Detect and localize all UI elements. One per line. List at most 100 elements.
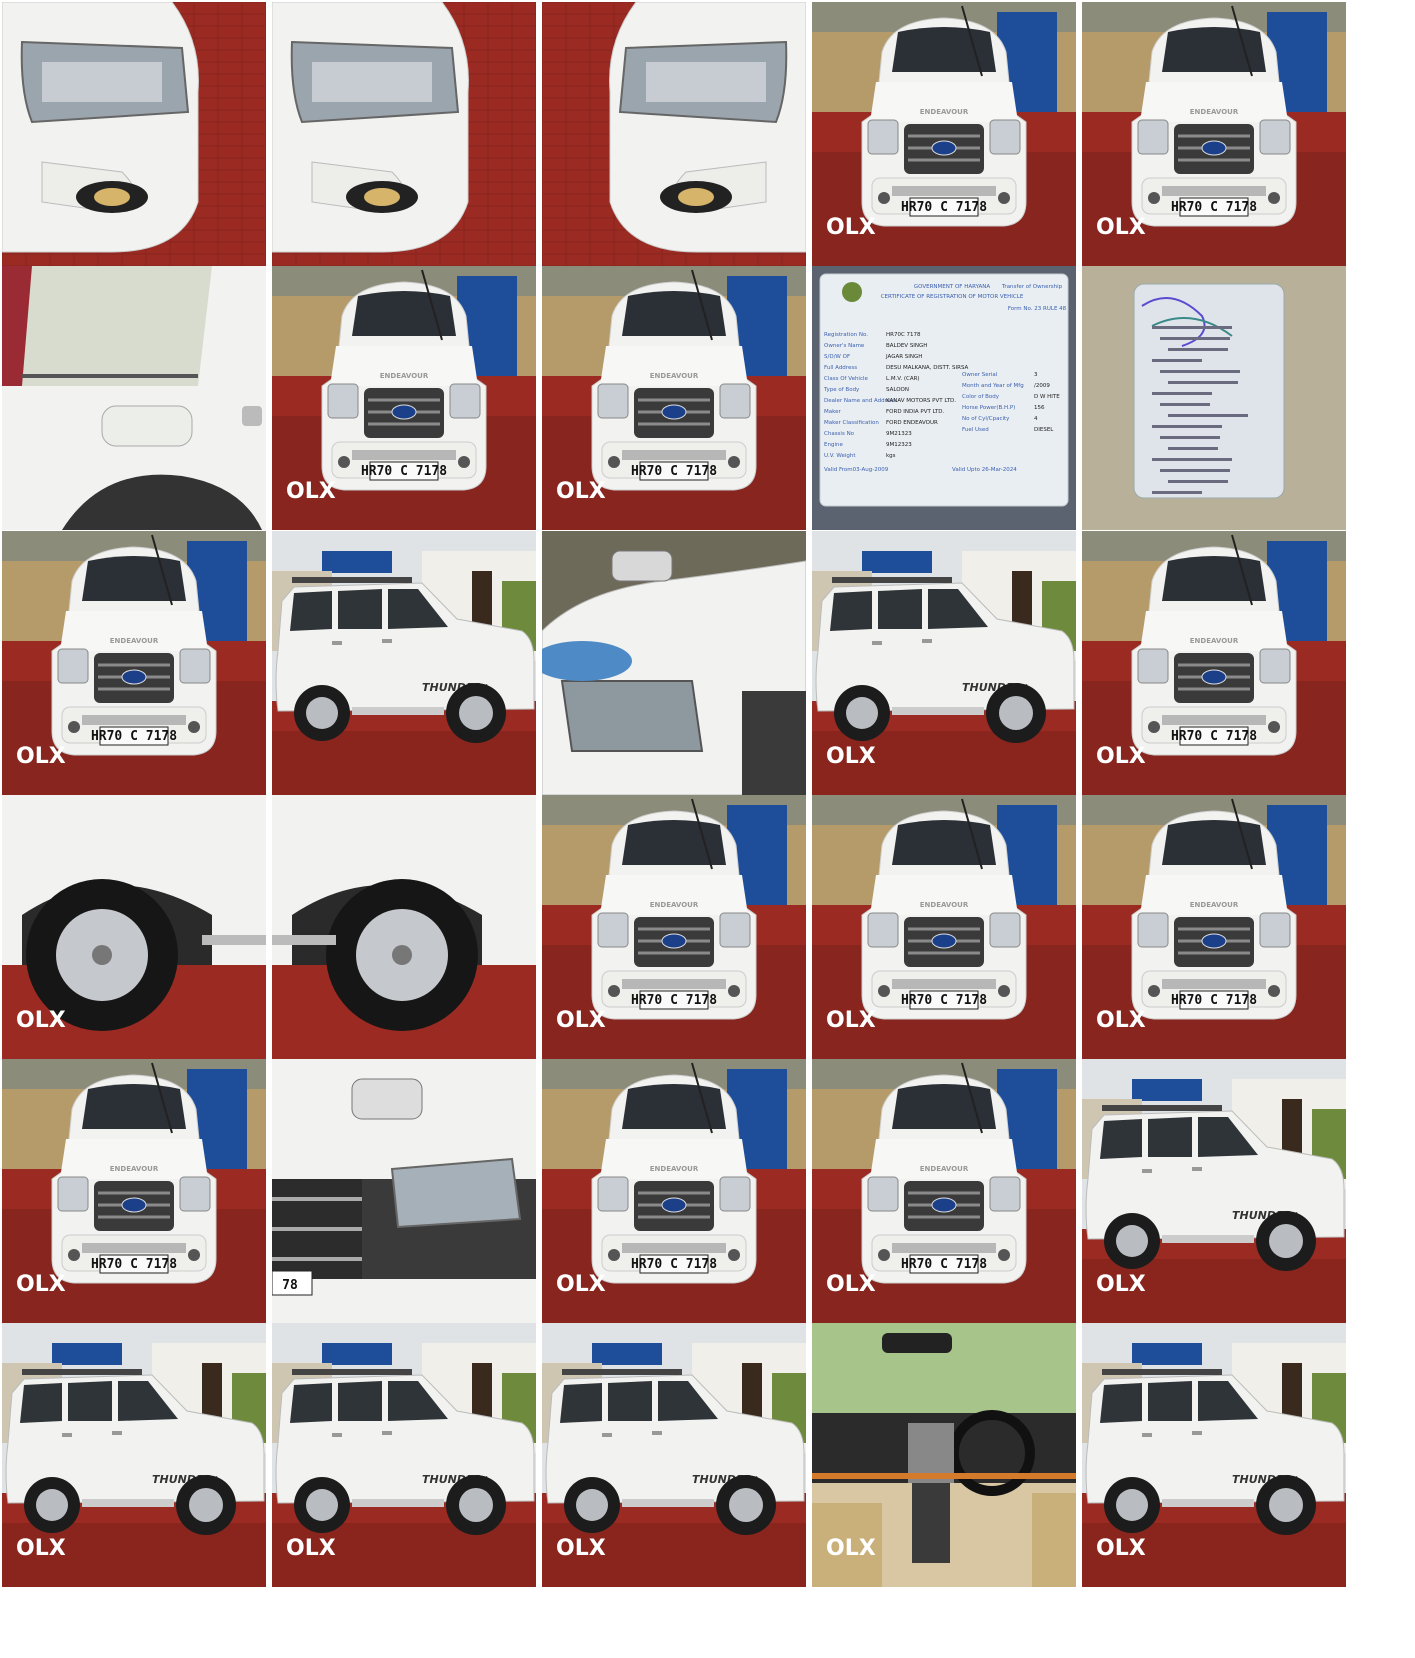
svg-text:9M21323: 9M21323 xyxy=(886,431,912,437)
svg-text:4: 4 xyxy=(1034,416,1038,422)
svg-text:Form No. 23 RULE 48: Form No. 23 RULE 48 xyxy=(1008,306,1067,312)
olx-watermark: OLX xyxy=(16,1536,66,1561)
olx-watermark: OLX xyxy=(826,1008,876,1033)
photo-tile-document[interactable]: GOVERNMENT OF HARYANA CERTIFICATE OF REG… xyxy=(812,266,1076,530)
svg-text:CERTIFICATE OF REGISTRATION OF: CERTIFICATE OF REGISTRATION OF MOTOR VEH… xyxy=(881,294,1024,300)
photo-tile-front[interactable]: ENDEAVOUR HR70 C 7178 OLX xyxy=(542,1059,806,1323)
svg-text:HR70 C 7178: HR70 C 7178 xyxy=(901,993,987,1008)
olx-watermark: OLX xyxy=(286,479,336,504)
olx-watermark: OLX xyxy=(1096,1272,1146,1297)
svg-text:HR70 C 7178: HR70 C 7178 xyxy=(91,1257,177,1272)
svg-text:Owner Serial: Owner Serial xyxy=(962,372,998,378)
svg-text:78: 78 xyxy=(282,1278,298,1293)
car-photo xyxy=(272,795,536,1059)
svg-text:Full Address: Full Address xyxy=(824,365,857,371)
photo-tile-front[interactable]: ENDEAVOUR HR70 C 7178 OLX xyxy=(2,1059,266,1323)
car-photo: THUNDER+ OLX xyxy=(1082,1059,1346,1323)
car-photo: ENDEAVOUR HR70 C 7178 OLX xyxy=(812,2,1076,266)
photo-tile-headlight-left[interactable] xyxy=(2,2,266,266)
photo-tile-side[interactable]: THUNDER+ OLX xyxy=(1082,1059,1346,1323)
svg-text:HR70 C 7178: HR70 C 7178 xyxy=(631,464,717,479)
olx-watermark: OLX xyxy=(556,1272,606,1297)
olx-watermark: OLX xyxy=(286,1536,336,1561)
photo-tile-interior[interactable]: OLX xyxy=(812,1323,1076,1587)
photo-tile-front[interactable]: ENDEAVOUR HR70 C 7178 OLX xyxy=(542,795,806,1059)
photo-tile-hood-closeup[interactable] xyxy=(542,531,806,795)
svg-text:156: 156 xyxy=(1034,405,1045,411)
svg-text:SALOON: SALOON xyxy=(886,387,909,393)
photo-tile-headlight-right[interactable] xyxy=(542,2,806,266)
svg-text:HR70 C 7178: HR70 C 7178 xyxy=(1171,993,1257,1008)
svg-text:Transfer of Ownership: Transfer of Ownership xyxy=(1001,284,1063,290)
car-photo: THUNDER+ OLX xyxy=(272,1323,536,1587)
car-photo: ENDEAVOUR HR70 C 7178 OLX xyxy=(2,531,266,795)
photo-tile-side[interactable]: THUNDER+ OLX xyxy=(272,1323,536,1587)
car-photo: THUNDER+ OLX xyxy=(812,531,1076,795)
svg-text:DIESEL: DIESEL xyxy=(1034,427,1054,433)
photo-tile-headlight-left[interactable] xyxy=(272,2,536,266)
car-photo: OLX xyxy=(812,1323,1076,1587)
photo-tile-front[interactable]: ENDEAVOUR HR70 C 7178 OLX xyxy=(1082,2,1346,266)
photo-tile-side[interactable]: THUNDER+ OLX xyxy=(1082,1323,1346,1587)
svg-text:HR70 C 7178: HR70 C 7178 xyxy=(91,729,177,744)
photo-tile-wheel-front[interactable] xyxy=(272,795,536,1059)
olx-watermark: OLX xyxy=(1096,1536,1146,1561)
photo-tile-grille-closeup[interactable]: 78 xyxy=(272,1059,536,1323)
olx-watermark: OLX xyxy=(826,744,876,769)
svg-text:ENDEAVOUR: ENDEAVOUR xyxy=(1190,108,1239,116)
photo-tile-side[interactable]: THUNDER+ OLX xyxy=(2,1323,266,1587)
svg-text:ENDEAVOUR: ENDEAVOUR xyxy=(650,1165,699,1173)
photo-tile-side[interactable]: THUNDER+ xyxy=(272,531,536,795)
photo-tile-front[interactable]: ENDEAVOUR HR70 C 7178 OLX xyxy=(2,531,266,795)
svg-text:HR70 C 7178: HR70 C 7178 xyxy=(631,1257,717,1272)
svg-text:ENDEAVOUR: ENDEAVOUR xyxy=(920,108,969,116)
car-photo: GOVERNMENT OF HARYANA CERTIFICATE OF REG… xyxy=(812,266,1076,530)
photo-tile-wheel-rear[interactable]: OLX xyxy=(2,795,266,1059)
photo-tile-front[interactable]: ENDEAVOUR HR70 C 7178 OLX xyxy=(1082,531,1346,795)
svg-text:9M12323: 9M12323 xyxy=(886,442,912,448)
svg-text:HR70 C 7178: HR70 C 7178 xyxy=(1171,200,1257,215)
car-photo: THUNDER+ OLX xyxy=(2,1323,266,1587)
car-photo: ENDEAVOUR HR70 C 7178 OLX xyxy=(542,266,806,530)
photo-tile-front[interactable]: ENDEAVOUR HR70 C 7178 OLX xyxy=(812,795,1076,1059)
photo-tile-side[interactable]: THUNDER+ OLX xyxy=(542,1323,806,1587)
car-photo: ENDEAVOUR HR70 C 7178 OLX xyxy=(1082,2,1346,266)
photo-tile-front[interactable]: ENDEAVOUR HR70 C 7178 OLX xyxy=(542,266,806,530)
svg-text:ENDEAVOUR: ENDEAVOUR xyxy=(1190,637,1239,645)
svg-text:Class Of Vehicle: Class Of Vehicle xyxy=(824,376,869,382)
photo-tile-side[interactable]: THUNDER+ OLX xyxy=(812,531,1076,795)
svg-text:BALDEV SINGH: BALDEV SINGH xyxy=(886,343,927,349)
photo-tile-document-back[interactable] xyxy=(1082,266,1346,530)
car-photo: ENDEAVOUR HR70 C 7178 OLX xyxy=(1082,795,1346,1059)
svg-text:Engine: Engine xyxy=(824,442,843,448)
svg-text:Owner's Name: Owner's Name xyxy=(824,343,865,349)
car-photo: ENDEAVOUR HR70 C 7178 OLX xyxy=(272,266,536,530)
svg-text:ENDEAVOUR: ENDEAVOUR xyxy=(920,901,969,909)
car-photo xyxy=(2,2,266,266)
svg-text:KANAV MOTORS PVT LTD.: KANAV MOTORS PVT LTD. xyxy=(886,398,956,404)
olx-watermark: OLX xyxy=(1096,744,1146,769)
svg-text:U.V. Weight: U.V. Weight xyxy=(824,453,856,459)
car-photo: THUNDER+ OLX xyxy=(542,1323,806,1587)
car-photo xyxy=(2,266,266,530)
car-photo xyxy=(542,531,806,795)
car-photo: THUNDER+ OLX xyxy=(1082,1323,1346,1587)
photo-tile-front[interactable]: ENDEAVOUR HR70 C 7178 OLX xyxy=(272,266,536,530)
svg-text:Maker: Maker xyxy=(824,409,841,415)
svg-text:GOVERNMENT OF HARYANA: GOVERNMENT OF HARYANA xyxy=(914,284,991,290)
svg-text:S/D/W OF: S/D/W OF xyxy=(824,354,850,360)
svg-text:Color of Body: Color of Body xyxy=(962,394,1000,400)
olx-watermark: OLX xyxy=(16,1272,66,1297)
photo-tile-front[interactable]: ENDEAVOUR HR70 C 7178 OLX xyxy=(1082,795,1346,1059)
olx-watermark: OLX xyxy=(826,215,876,240)
olx-watermark: OLX xyxy=(1096,215,1146,240)
svg-text:Valid Upto 26-Mar-2024: Valid Upto 26-Mar-2024 xyxy=(952,467,1017,473)
olx-watermark: OLX xyxy=(556,1008,606,1033)
car-photo: ENDEAVOUR HR70 C 7178 OLX xyxy=(2,1059,266,1323)
svg-text:3: 3 xyxy=(1034,372,1038,378)
photo-tile-front[interactable]: ENDEAVOUR HR70 C 7178 OLX xyxy=(812,1059,1076,1323)
svg-text:D W HITE: D W HITE xyxy=(1034,394,1060,400)
photo-tile-front[interactable]: ENDEAVOUR HR70 C 7178 OLX xyxy=(812,2,1076,266)
car-photo xyxy=(272,2,536,266)
photo-tile-fuel-door[interactable] xyxy=(2,266,266,530)
